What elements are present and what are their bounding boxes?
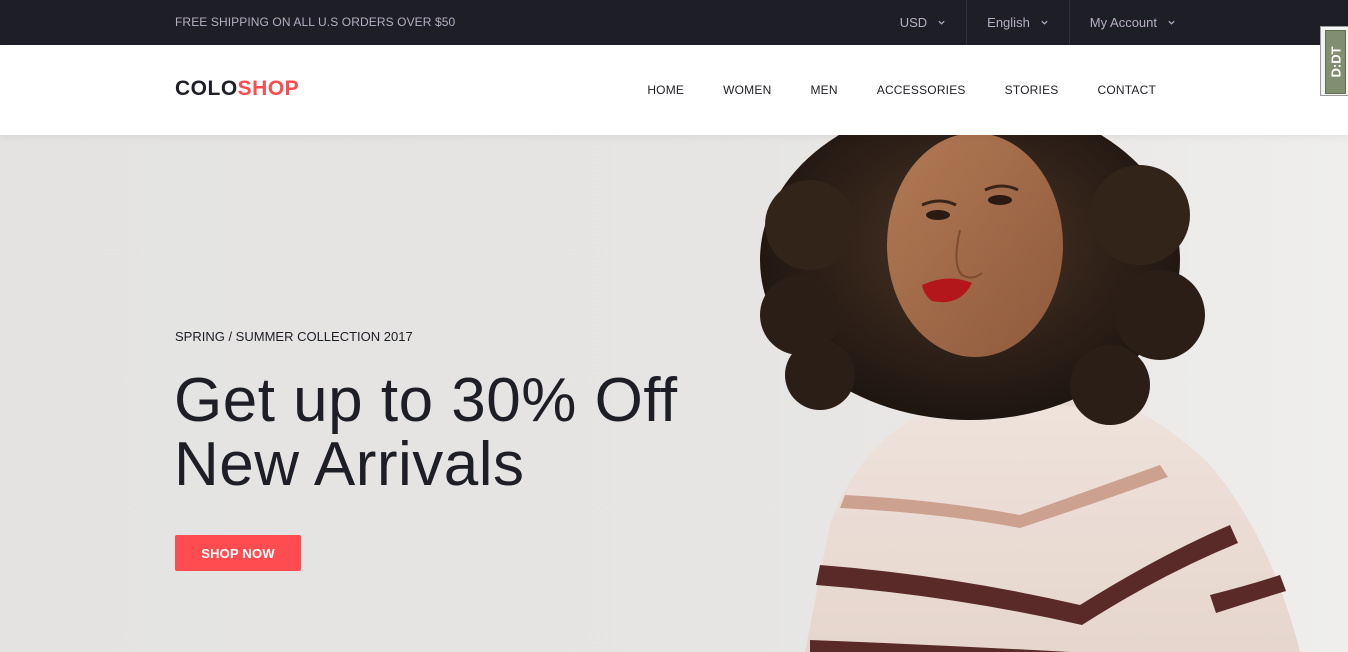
main-header: COLOSHOP HOME WOMEN MEN ACCESSORIES STOR… (0, 45, 1348, 135)
chevron-down-icon (938, 20, 945, 25)
currency-label: USD (899, 15, 928, 30)
hero-title: Get up to 30% Off New Arrivals (174, 369, 678, 497)
hero-subtitle: SPRING / SUMMER COLLECTION 2017 (175, 329, 413, 344)
logo-text-colo: COLO (175, 77, 238, 100)
logo[interactable]: COLOSHOP (175, 77, 299, 101)
account-label: My Account (1089, 15, 1157, 30)
main-nav: HOME WOMEN MEN ACCESSORIES STORIES CONTA… (608, 45, 1156, 135)
shipping-notice: FREE SHIPPING ON ALL U.S ORDERS OVER $50 (175, 15, 456, 29)
shop-now-button[interactable]: SHOP NOW (175, 535, 301, 571)
language-label: English (987, 15, 1030, 30)
nav-contact[interactable]: CONTACT (1097, 83, 1156, 97)
hero-model-image (690, 135, 1348, 652)
chevron-down-icon (1041, 20, 1048, 25)
nav-men[interactable]: MEN (810, 83, 837, 97)
nav-stories[interactable]: STORIES (1005, 83, 1059, 97)
nav-accessories[interactable]: ACCESSORIES (877, 83, 966, 97)
language-selector[interactable]: English (967, 0, 1070, 45)
hero-title-line-2: New Arrivals (174, 430, 525, 499)
hero-title-line-1: Get up to 30% Off (174, 366, 678, 435)
side-widget[interactable]: D:DT (1320, 26, 1348, 96)
chevron-down-icon (1168, 20, 1175, 25)
side-widget-badge: D:DT (1325, 30, 1346, 94)
top-bar: FREE SHIPPING ON ALL U.S ORDERS OVER $50… (0, 0, 1348, 45)
nav-women[interactable]: WOMEN (723, 83, 771, 97)
side-widget-label: D:DT (1328, 46, 1343, 78)
nav-home[interactable]: HOME (647, 83, 684, 97)
hero-banner: SPRING / SUMMER COLLECTION 2017 Get up t… (0, 135, 1348, 652)
top-nav: USD English My Account (880, 0, 1176, 45)
account-menu[interactable]: My Account (1070, 0, 1176, 45)
logo-text-shop: SHOP (237, 77, 300, 100)
currency-selector[interactable]: USD (880, 0, 968, 45)
